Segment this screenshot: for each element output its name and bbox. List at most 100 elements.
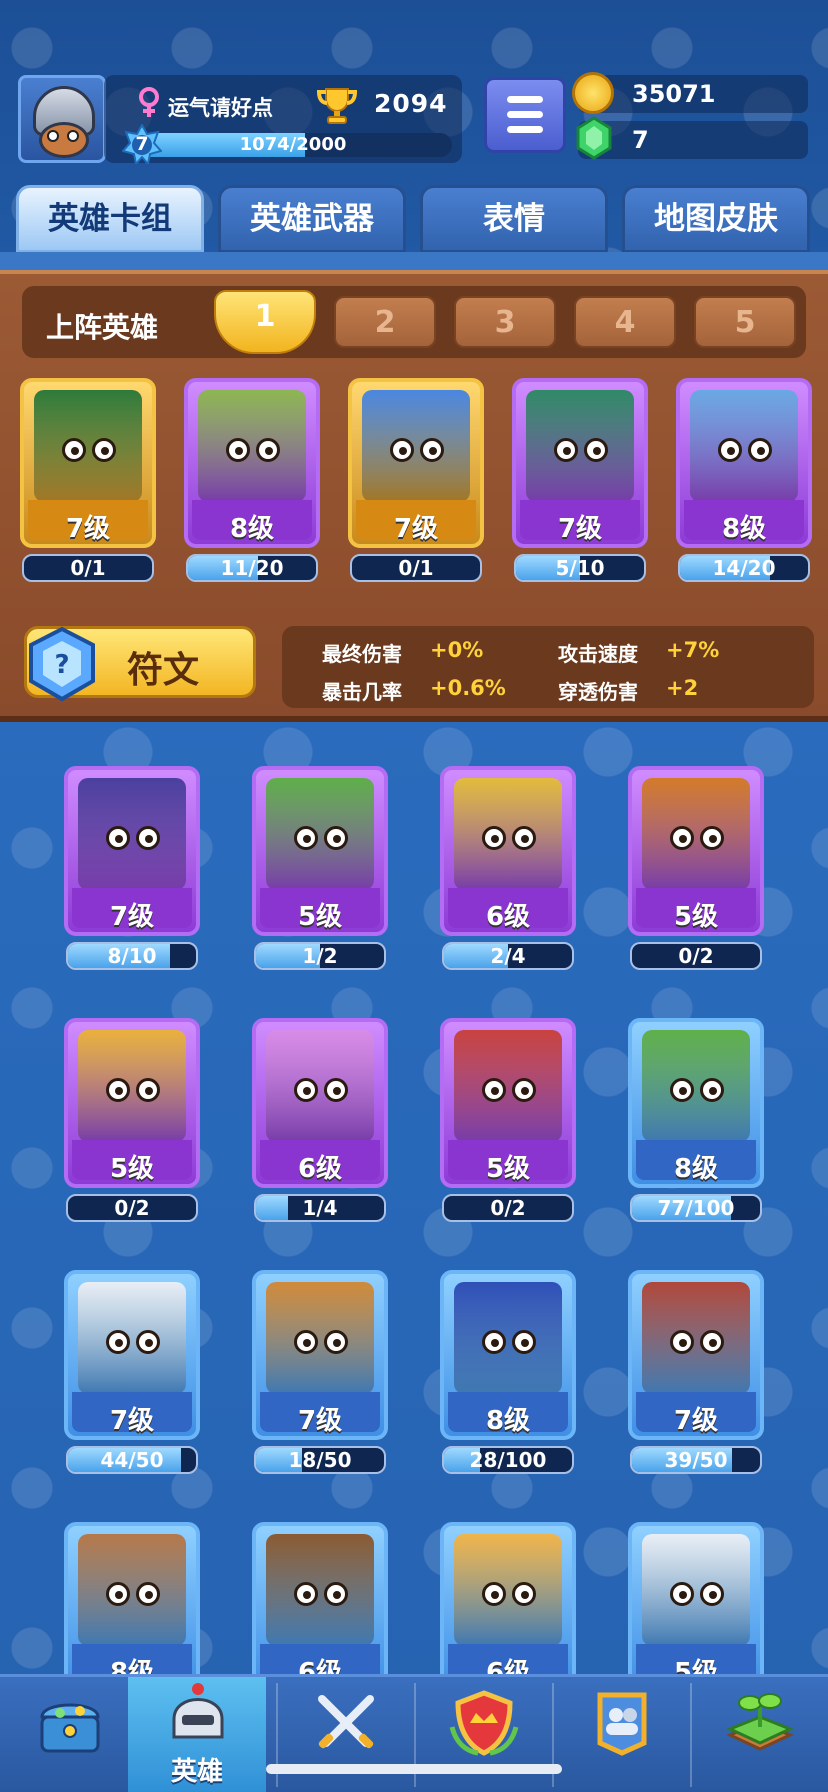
hero-portrait <box>34 390 142 502</box>
hero-card-frame: 7级 <box>348 378 484 548</box>
hero-portrait <box>78 1282 186 1394</box>
hero-progress-text: 11/20 <box>220 556 284 580</box>
hero-portrait <box>266 778 374 890</box>
hero-level: 5级 <box>673 902 719 932</box>
hero-eye <box>670 1330 694 1354</box>
social-banner-icon <box>597 1692 647 1756</box>
hero-level: 6级 <box>297 1154 343 1184</box>
lineup-slot-5[interactable]: 5 <box>694 296 796 348</box>
hero-portrait <box>526 390 634 502</box>
hero-eye <box>482 826 506 850</box>
hero-card-frame: 5级 <box>628 766 764 936</box>
game-screen: 运气请好点 2094 1074/2000 7 35071 7 英雄卡组 英雄武器… <box>0 0 828 1792</box>
bottom-nav: 英雄 <box>0 1674 828 1792</box>
hero-eye <box>226 438 250 462</box>
menu-button[interactable] <box>484 77 566 153</box>
hero-progress-bar: 14/20 <box>678 554 810 582</box>
hero-card-frame: 5级 <box>252 766 388 936</box>
hero-eye <box>106 1582 130 1606</box>
rune-crystal-icon: ? <box>29 626 95 702</box>
hero-eye <box>512 1330 536 1354</box>
lineup-slot-3[interactable]: 3 <box>454 296 556 348</box>
player-avatar[interactable] <box>18 75 106 163</box>
nav-shop[interactable] <box>0 1677 138 1792</box>
lineup-slot-4[interactable]: 4 <box>574 296 676 348</box>
hero-level: 7级 <box>109 902 155 932</box>
profile-panel[interactable]: 运气请好点 2094 1074/2000 7 <box>104 75 462 167</box>
hero-progress-text: 0/2 <box>114 1196 150 1220</box>
hero-eye <box>748 438 772 462</box>
hero-eye <box>512 1078 536 1102</box>
hero-card-frame: 7级 <box>64 766 200 936</box>
stat-value: +0% <box>430 638 484 662</box>
tab-emotes[interactable]: 表情 <box>420 185 608 253</box>
hero-eye <box>106 1078 130 1102</box>
hero-card-frame: 6级 <box>252 1522 388 1692</box>
hero-level: 7级 <box>557 514 603 544</box>
home-indicator <box>266 1764 562 1774</box>
hero-level: 5级 <box>109 1154 155 1184</box>
hero-portrait <box>198 390 306 502</box>
hero-eye <box>700 1582 724 1606</box>
hero-progress-text: 0/1 <box>70 556 106 580</box>
hero-card-frame: 7级 <box>20 378 156 548</box>
lineup-slot-2[interactable]: 2 <box>334 296 436 348</box>
gem-panel[interactable]: 7 <box>576 116 808 160</box>
stat-label: 暴击几率 <box>322 680 402 704</box>
hero-progress-text: 39/50 <box>664 1448 728 1472</box>
hero-progress-bar: 0/1 <box>22 554 154 582</box>
hero-portrait <box>454 1030 562 1142</box>
gold-panel[interactable]: 35071 <box>572 72 808 114</box>
stat-value: +0.6% <box>430 676 506 700</box>
hero-eye <box>294 1078 318 1102</box>
hero-portrait <box>78 1534 186 1646</box>
hero-progress-text: 0/2 <box>678 944 714 968</box>
nav-garden[interactable] <box>690 1677 828 1792</box>
female-icon <box>139 87 159 117</box>
hero-eye <box>700 1078 724 1102</box>
nav-clan[interactable] <box>414 1677 552 1792</box>
hero-eye <box>294 1582 318 1606</box>
player-level: 7 <box>135 133 149 155</box>
hero-progress-text: 1/2 <box>302 944 338 968</box>
xp-text: 1074/2000 <box>239 134 347 155</box>
stat-label: 穿透伤害 <box>558 680 638 704</box>
hero-level: 8级 <box>721 514 767 544</box>
hero-level: 6级 <box>485 902 531 932</box>
hero-card-frame: 6级 <box>440 766 576 936</box>
header-bar: 运气请好点 2094 1074/2000 7 35071 7 <box>0 70 828 170</box>
hero-eye <box>670 1582 694 1606</box>
rune-button[interactable]: ? 符文 <box>24 626 256 702</box>
stat-value: +7% <box>666 638 720 662</box>
hero-portrait <box>454 1282 562 1394</box>
hero-eye <box>324 1078 348 1102</box>
nav-heroes[interactable]: 英雄 <box>128 1677 266 1792</box>
trophy-icon <box>316 88 358 124</box>
hero-progress-bar: 0/1 <box>350 554 482 582</box>
tab-hero-weapons[interactable]: 英雄武器 <box>218 185 406 253</box>
hero-portrait <box>362 390 470 502</box>
hero-progress-text: 77/100 <box>657 1196 735 1220</box>
tab-hero-deck[interactable]: 英雄卡组 <box>16 185 204 253</box>
tab-map-skins[interactable]: 地图皮肤 <box>622 185 810 253</box>
clan-shield-icon <box>449 1690 519 1756</box>
avatar-eye <box>67 130 79 142</box>
hero-card-frame: 7级 <box>628 1270 764 1440</box>
hero-card-frame: 5级 <box>628 1522 764 1692</box>
hero-progress-bar: 28/100 <box>442 1446 574 1474</box>
nav-battle[interactable] <box>276 1677 414 1792</box>
hero-portrait <box>642 1282 750 1394</box>
hero-progress-text: 14/20 <box>712 556 776 580</box>
hero-progress-bar: 8/10 <box>66 942 198 970</box>
hero-eye <box>136 826 160 850</box>
hero-level: 8级 <box>229 514 275 544</box>
nav-heroes-label: 英雄 <box>170 1757 223 1787</box>
nav-social[interactable] <box>552 1677 690 1792</box>
avatar-eye <box>47 130 59 142</box>
stat-label: 最终伤害 <box>322 642 402 666</box>
hero-eye <box>554 438 578 462</box>
garden-sprout-icon <box>726 1693 794 1751</box>
hero-eye <box>62 438 86 462</box>
lineup-slot-1[interactable]: 1 <box>214 290 316 354</box>
hero-level: 7级 <box>393 514 439 544</box>
